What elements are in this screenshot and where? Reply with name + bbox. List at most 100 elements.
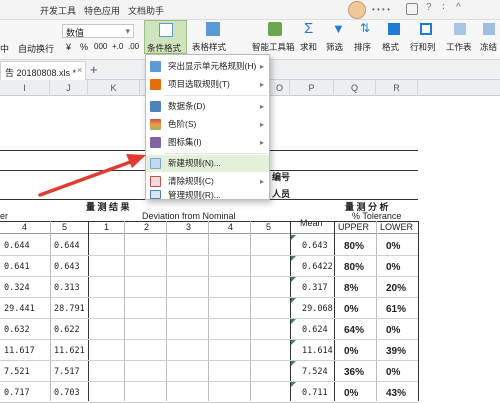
align-center-label[interactable]: 中 xyxy=(0,42,9,55)
decrease-decimal-icon[interactable]: .00 xyxy=(128,42,139,51)
cell-col-5[interactable]: 0.313 xyxy=(54,283,80,293)
row-column-button[interactable]: 行和列 xyxy=(410,20,444,54)
cell-col-5[interactable]: 0.644 xyxy=(54,241,80,251)
cell-col-4[interactable]: 0.632 xyxy=(4,325,30,335)
menu-data-bars[interactable]: 数据条(D) ▸ xyxy=(146,98,269,115)
filter-button[interactable]: ▼ 筛选 xyxy=(326,20,352,54)
cell-mean[interactable]: 29.068 xyxy=(302,304,333,314)
menu-new-rule[interactable]: 新建规则(N)... xyxy=(146,155,269,172)
cell-upper[interactable]: 0% xyxy=(344,388,358,399)
cell-col-5[interactable]: 28.791 xyxy=(54,304,85,314)
table-style-button[interactable]: 表格样式 xyxy=(192,20,236,54)
measure-result-title: 量 测 结 果 xyxy=(86,202,130,212)
column-header-q[interactable]: Q xyxy=(334,80,376,96)
wrap-text-button[interactable]: 自动换行 xyxy=(18,42,54,55)
toolbar-more-icon[interactable]: ∶ xyxy=(442,2,445,13)
cell-upper[interactable]: 0% xyxy=(344,346,358,357)
cell-col-4[interactable]: 0.644 xyxy=(4,241,30,251)
cell-mean[interactable]: 0.711 xyxy=(302,388,328,398)
percent-icon[interactable]: % xyxy=(80,42,88,52)
table-row: 0.632 0.622 0.624 64% 0% xyxy=(0,319,418,340)
cell-lower[interactable]: 0% xyxy=(386,241,400,252)
column-header-o[interactable]: O xyxy=(270,80,290,96)
new-tab-icon[interactable]: + xyxy=(90,62,98,77)
cell-col-4[interactable]: 0.717 xyxy=(4,388,30,398)
format-button[interactable]: 格式 xyxy=(382,20,408,54)
cell-mean[interactable]: 11.614 xyxy=(302,346,333,356)
menu-top-bottom-rules[interactable]: 项目选取规则(T) ▸ xyxy=(146,76,269,93)
cell-col-5[interactable]: 0.703 xyxy=(54,388,80,398)
increase-decimal-icon[interactable]: +.0 xyxy=(112,42,123,51)
cell-col-5[interactable]: 0.622 xyxy=(54,325,80,335)
worksheet-button[interactable]: 工作表 xyxy=(446,20,478,54)
cell-upper[interactable]: 0% xyxy=(344,304,358,315)
cell-lower[interactable]: 61% xyxy=(386,304,406,315)
menu-icon-sets[interactable]: 图标集(I) ▸ xyxy=(146,134,269,151)
conditional-format-button[interactable]: 条件格式 xyxy=(144,20,187,54)
cell-mean[interactable]: 0.643 xyxy=(302,241,328,251)
dots-icon: • • • • xyxy=(372,5,390,14)
column-header-i[interactable]: I xyxy=(0,80,50,96)
cell-lower[interactable]: 0% xyxy=(386,325,400,336)
number-format-select[interactable]: 数值 ▾ xyxy=(62,24,134,38)
highlight-rules-icon xyxy=(150,61,161,72)
menu-doc-assistant[interactable]: 文档助手 xyxy=(128,4,164,17)
cell-mean[interactable]: 7.524 xyxy=(302,367,328,377)
close-tab-icon[interactable]: × xyxy=(77,65,82,75)
cell-col-4[interactable]: 29.441 xyxy=(4,304,35,314)
deviation-header: Deviation from Nominal xyxy=(142,211,236,221)
cell-col-4[interactable]: 11.617 xyxy=(4,346,35,356)
cell-col-5[interactable]: 7.517 xyxy=(54,367,80,377)
lower-header: LOWER xyxy=(380,222,414,232)
table-row: 0.717 0.703 0.711 0% 43% xyxy=(0,382,418,403)
document-tab[interactable]: 告 20180808.xls * × xyxy=(0,61,86,80)
column-header-j[interactable]: J xyxy=(50,80,88,96)
sum-button[interactable]: Σ 求和 xyxy=(300,20,322,54)
cell-upper[interactable]: 80% xyxy=(344,241,364,252)
help-icon[interactable]: ? xyxy=(426,2,432,13)
cell-indicator-icon xyxy=(291,256,296,261)
cell-col-4[interactable]: 7.521 xyxy=(4,367,30,377)
collapse-icon[interactable]: ^ xyxy=(456,2,461,13)
cell-upper[interactable]: 64% xyxy=(344,325,364,336)
cell-mean[interactable]: 0.624 xyxy=(302,325,328,335)
worksheet-icon xyxy=(454,23,466,35)
table-row: 0.641 0.643 0.6422 80% 0% xyxy=(0,256,418,277)
format-icon xyxy=(388,23,400,35)
menu-clear-rules[interactable]: 清除规则(C) ▸ xyxy=(146,173,269,190)
menu-featured-apps[interactable]: 特色应用 xyxy=(84,4,120,17)
column-header-k[interactable]: K xyxy=(88,80,140,96)
cell-col-4[interactable]: 0.324 xyxy=(4,283,30,293)
menu-highlight-rules[interactable]: 突出显示单元格规则(H) ▸ xyxy=(146,58,269,75)
cell-col-5[interactable]: 0.643 xyxy=(54,262,80,272)
cell-col-4[interactable]: 0.641 xyxy=(4,262,30,272)
sort-button[interactable]: ⇅ 排序 xyxy=(354,20,380,54)
cell-lower[interactable]: 0% xyxy=(386,262,400,273)
column-header-r[interactable]: R xyxy=(376,80,418,96)
cell-col-5[interactable]: 11.621 xyxy=(54,346,85,356)
menu-color-scales[interactable]: 色阶(S) ▸ xyxy=(146,116,269,133)
cell-lower[interactable]: 43% xyxy=(386,388,406,399)
smart-toolbox-button[interactable]: 智能工具箱 xyxy=(252,20,300,54)
sigma-icon: Σ xyxy=(304,20,314,37)
cell-mean[interactable]: 0.6422 xyxy=(302,262,333,272)
avatar-icon[interactable] xyxy=(348,1,366,19)
cell-upper[interactable]: 80% xyxy=(344,262,364,273)
label-number: 编号 xyxy=(272,172,291,182)
column-header-p[interactable]: P xyxy=(290,80,334,96)
cell-upper[interactable]: 36% xyxy=(344,367,364,378)
cell-upper[interactable]: 8% xyxy=(344,283,358,294)
icon-set-icon xyxy=(150,137,161,148)
window-icon[interactable] xyxy=(406,3,418,15)
menu-manage-rules[interactable]: 管理规则(R)... xyxy=(146,190,269,200)
cell-mean[interactable]: 0.317 xyxy=(302,283,328,293)
toolbox-icon xyxy=(268,22,282,36)
thousands-icon[interactable]: 000 xyxy=(94,42,107,51)
cell-lower[interactable]: 39% xyxy=(386,346,406,357)
freeze-button[interactable]: 冻结 xyxy=(480,20,500,54)
cell-lower[interactable]: 0% xyxy=(386,367,400,378)
chevron-down-icon: ▾ xyxy=(125,26,130,36)
currency-icon[interactable]: ¥ xyxy=(66,42,74,52)
cell-lower[interactable]: 20% xyxy=(386,283,406,294)
menu-developer-tools[interactable]: 开发工具 xyxy=(40,4,76,17)
